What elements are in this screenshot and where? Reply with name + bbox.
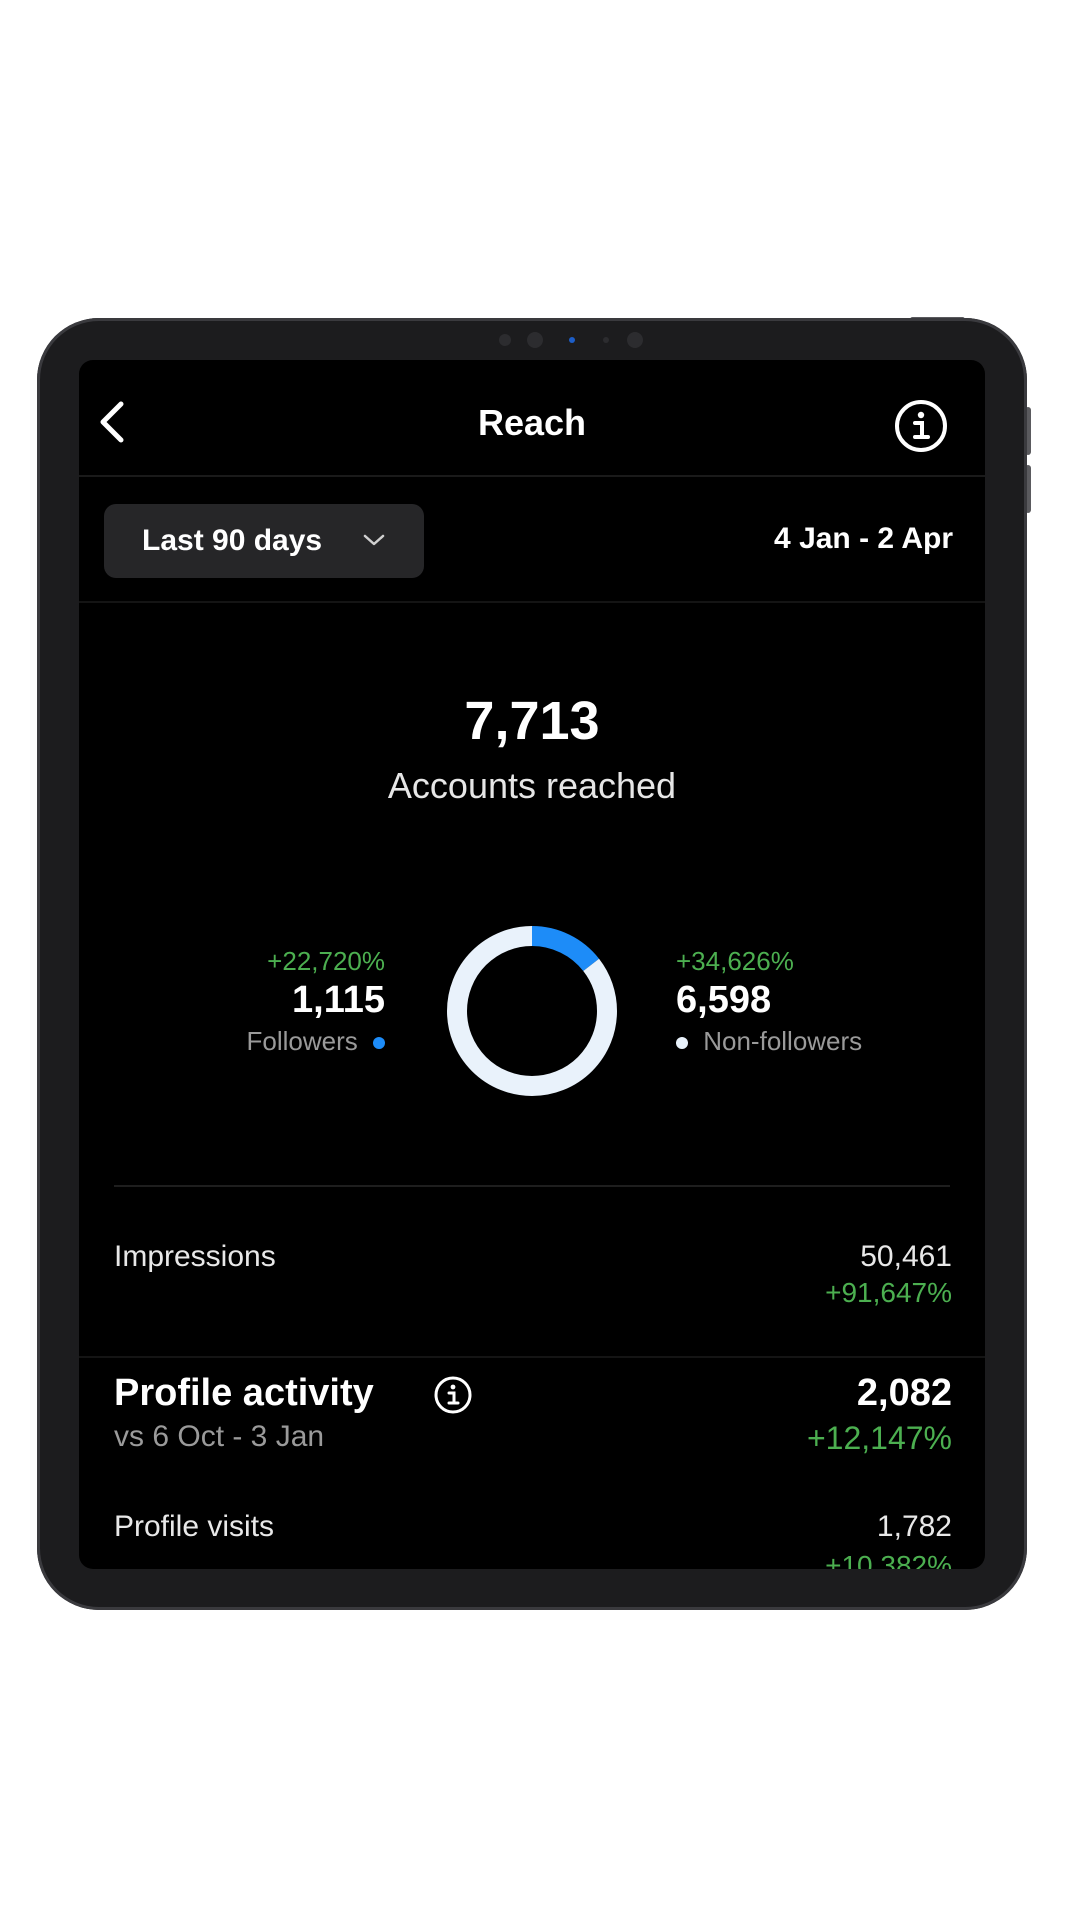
sensor-dot <box>603 337 609 343</box>
camera-lens <box>627 332 643 348</box>
profile-visits-label: Profile visits <box>114 1510 275 1543</box>
followers-label: Followers <box>246 1026 358 1056</box>
followers-change: +22,720% <box>267 946 385 976</box>
profile-activity-change: +12,147% <box>806 1420 952 1456</box>
non-followers-stat: +34,626% 6,598 Non-followers <box>676 946 862 1057</box>
non-followers-label: Non-followers <box>703 1026 863 1056</box>
nav-bar: Reach <box>79 360 985 477</box>
non-followers-change: +34,626% <box>676 946 794 976</box>
camera-lens <box>527 332 543 348</box>
accounts-reached-value: 7,713 <box>464 691 600 751</box>
profile-activity-title: Profile activity <box>114 1372 374 1414</box>
reach-donut-chart <box>447 926 617 1096</box>
chevron-down-icon <box>363 534 385 546</box>
profile-visits-change: +10,382% <box>825 1550 952 1569</box>
impressions-value: 50,461 <box>860 1240 952 1273</box>
app-screen: Reach Last 90 days 4 Jan - 2 Apr 7,713 A… <box>79 360 985 1569</box>
profile-visits-value: 1,782 <box>876 1510 952 1543</box>
followers-value: 1,115 <box>292 979 385 1021</box>
date-range-text: 4 Jan - 2 Apr <box>774 522 953 555</box>
impressions-label: Impressions <box>114 1240 276 1273</box>
date-range-dropdown[interactable]: Last 90 days <box>104 504 424 578</box>
profile-activity-info-button[interactable] <box>433 1375 473 1415</box>
sensor-dot <box>499 334 511 346</box>
info-button[interactable] <box>893 398 949 454</box>
profile-activity-value: 2,082 <box>856 1372 952 1414</box>
divider <box>114 1185 950 1187</box>
accounts-reached-label: Accounts reached <box>387 765 677 806</box>
profile-activity-comparison: vs 6 Oct - 3 Jan <box>114 1420 325 1453</box>
impressions-change: +91,647% <box>825 1277 952 1308</box>
info-icon <box>895 400 947 452</box>
tablet-frame: Reach Last 90 days 4 Jan - 2 Apr 7,713 A… <box>37 318 1027 1610</box>
info-icon <box>434 1376 472 1414</box>
filter-row: Last 90 days 4 Jan - 2 Apr <box>79 477 985 603</box>
followers-legend-dot <box>373 1037 385 1050</box>
followers-stat: +22,720% 1,115 Followers <box>247 946 385 1057</box>
divider <box>79 1356 985 1358</box>
non-followers-legend-dot <box>676 1037 688 1050</box>
camera-bar <box>499 330 649 350</box>
camera-indicator <box>569 337 575 343</box>
non-followers-value: 6,598 <box>676 979 772 1021</box>
page-title: Reach <box>477 402 587 443</box>
date-range-label: Last 90 days <box>142 524 323 557</box>
